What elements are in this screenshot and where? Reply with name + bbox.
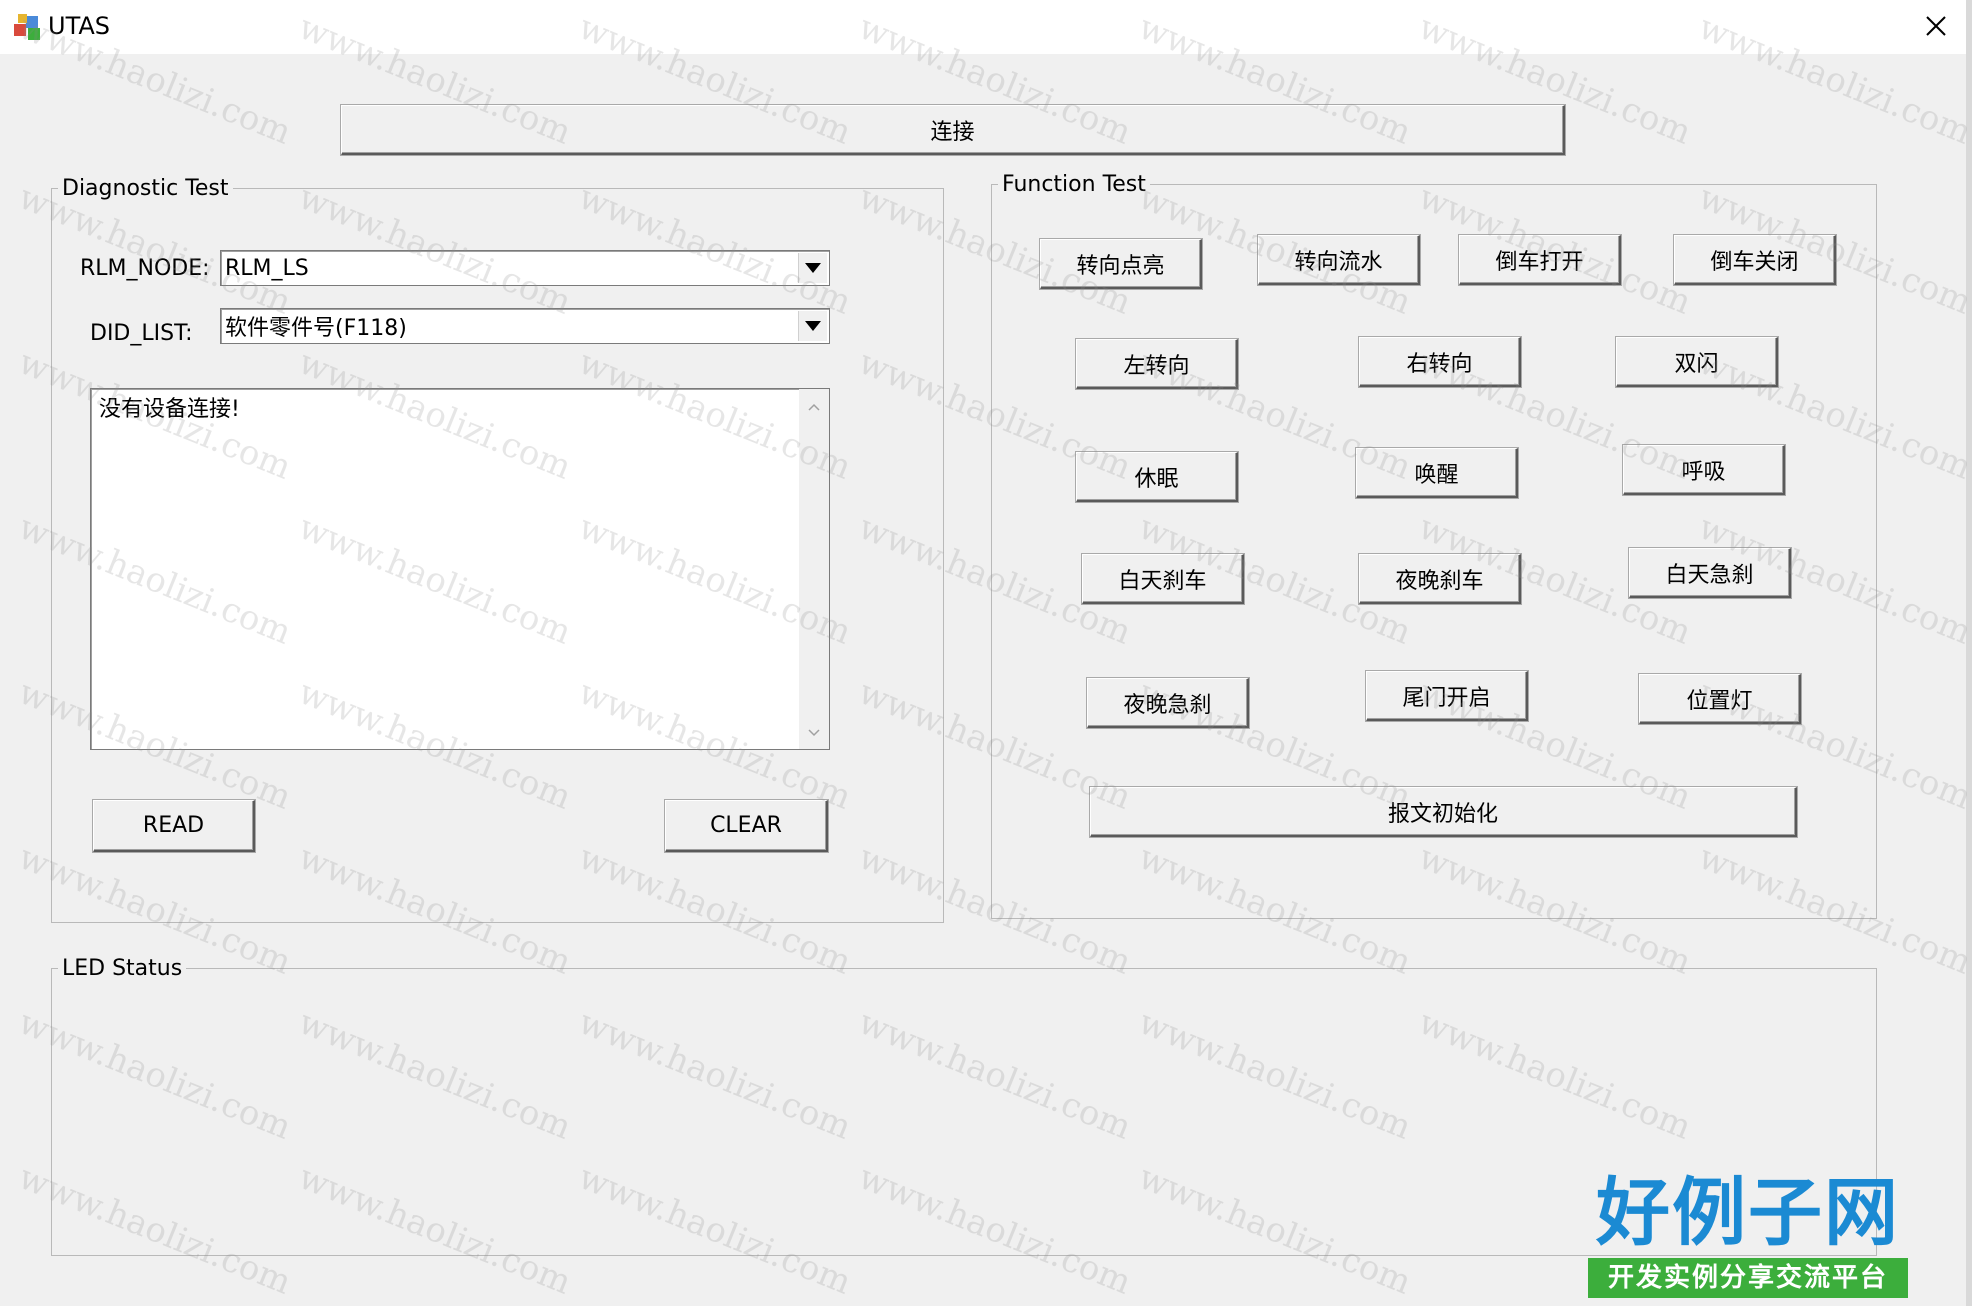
chevron-down-icon[interactable] [798,311,827,341]
log-text: 没有设备连接! [99,397,240,422]
position-light-button[interactable]: 位置灯 [1639,674,1801,724]
hazard-button[interactable]: 双闪 [1616,337,1778,387]
reverse-off-button[interactable]: 倒车关闭 [1674,235,1836,285]
chevron-down-icon[interactable] [798,253,827,283]
reverse-on-button[interactable]: 倒车打开 [1459,235,1621,285]
scroll-up-icon[interactable] [808,403,820,411]
clear-button[interactable]: CLEAR [665,800,828,852]
day-brake-button[interactable]: 白天刹车 [1082,554,1244,604]
turn-sequential-button[interactable]: 转向流水 [1258,235,1420,285]
rlm-node-select[interactable]: RLM_LS [220,250,830,286]
read-button[interactable]: READ [93,800,255,852]
brand-logo: 好例子网 开发实例分享交流平台 [1588,1170,1908,1300]
tailgate-open-button[interactable]: 尾门开启 [1366,671,1528,721]
app-icon [12,10,44,42]
log-textarea[interactable]: 没有设备连接! [90,388,830,750]
breathe-button[interactable]: 呼吸 [1623,445,1785,495]
night-emergency-brake-button[interactable]: 夜晚急刹 [1087,678,1249,728]
led-status-title: LED Status [58,954,187,984]
wake-button[interactable]: 唤醒 [1356,448,1518,498]
close-button[interactable] [1914,6,1958,46]
turn-light-on-button[interactable]: 转向点亮 [1040,239,1202,289]
window-title: UTAS [48,12,111,40]
window-border [1966,0,1972,1306]
right-turn-button[interactable]: 右转向 [1359,337,1521,387]
rlm-node-label: RLM_NODE: [80,256,210,281]
scroll-down-icon[interactable] [808,729,820,737]
brand-logo-subtitle: 开发实例分享交流平台 [1588,1258,1908,1298]
log-scrollbar[interactable] [799,389,829,749]
message-init-button[interactable]: 报文初始化 [1090,787,1797,837]
close-icon [1926,16,1946,36]
diagnostic-test-title: Diagnostic Test [58,174,233,204]
did-list-label: DID_LIST: [90,321,193,346]
did-list-select[interactable]: 软件零件号(F118) [220,308,830,344]
title-bar [0,0,1972,54]
day-emergency-brake-button[interactable]: 白天急刹 [1629,548,1791,598]
function-test-title: Function Test [998,170,1150,200]
left-turn-button[interactable]: 左转向 [1076,339,1238,389]
brand-logo-text: 好例子网 [1596,1170,1900,1256]
sleep-button[interactable]: 休眠 [1076,452,1238,502]
connect-button[interactable]: 连接 [341,105,1565,155]
night-brake-button[interactable]: 夜晚刹车 [1359,554,1521,604]
